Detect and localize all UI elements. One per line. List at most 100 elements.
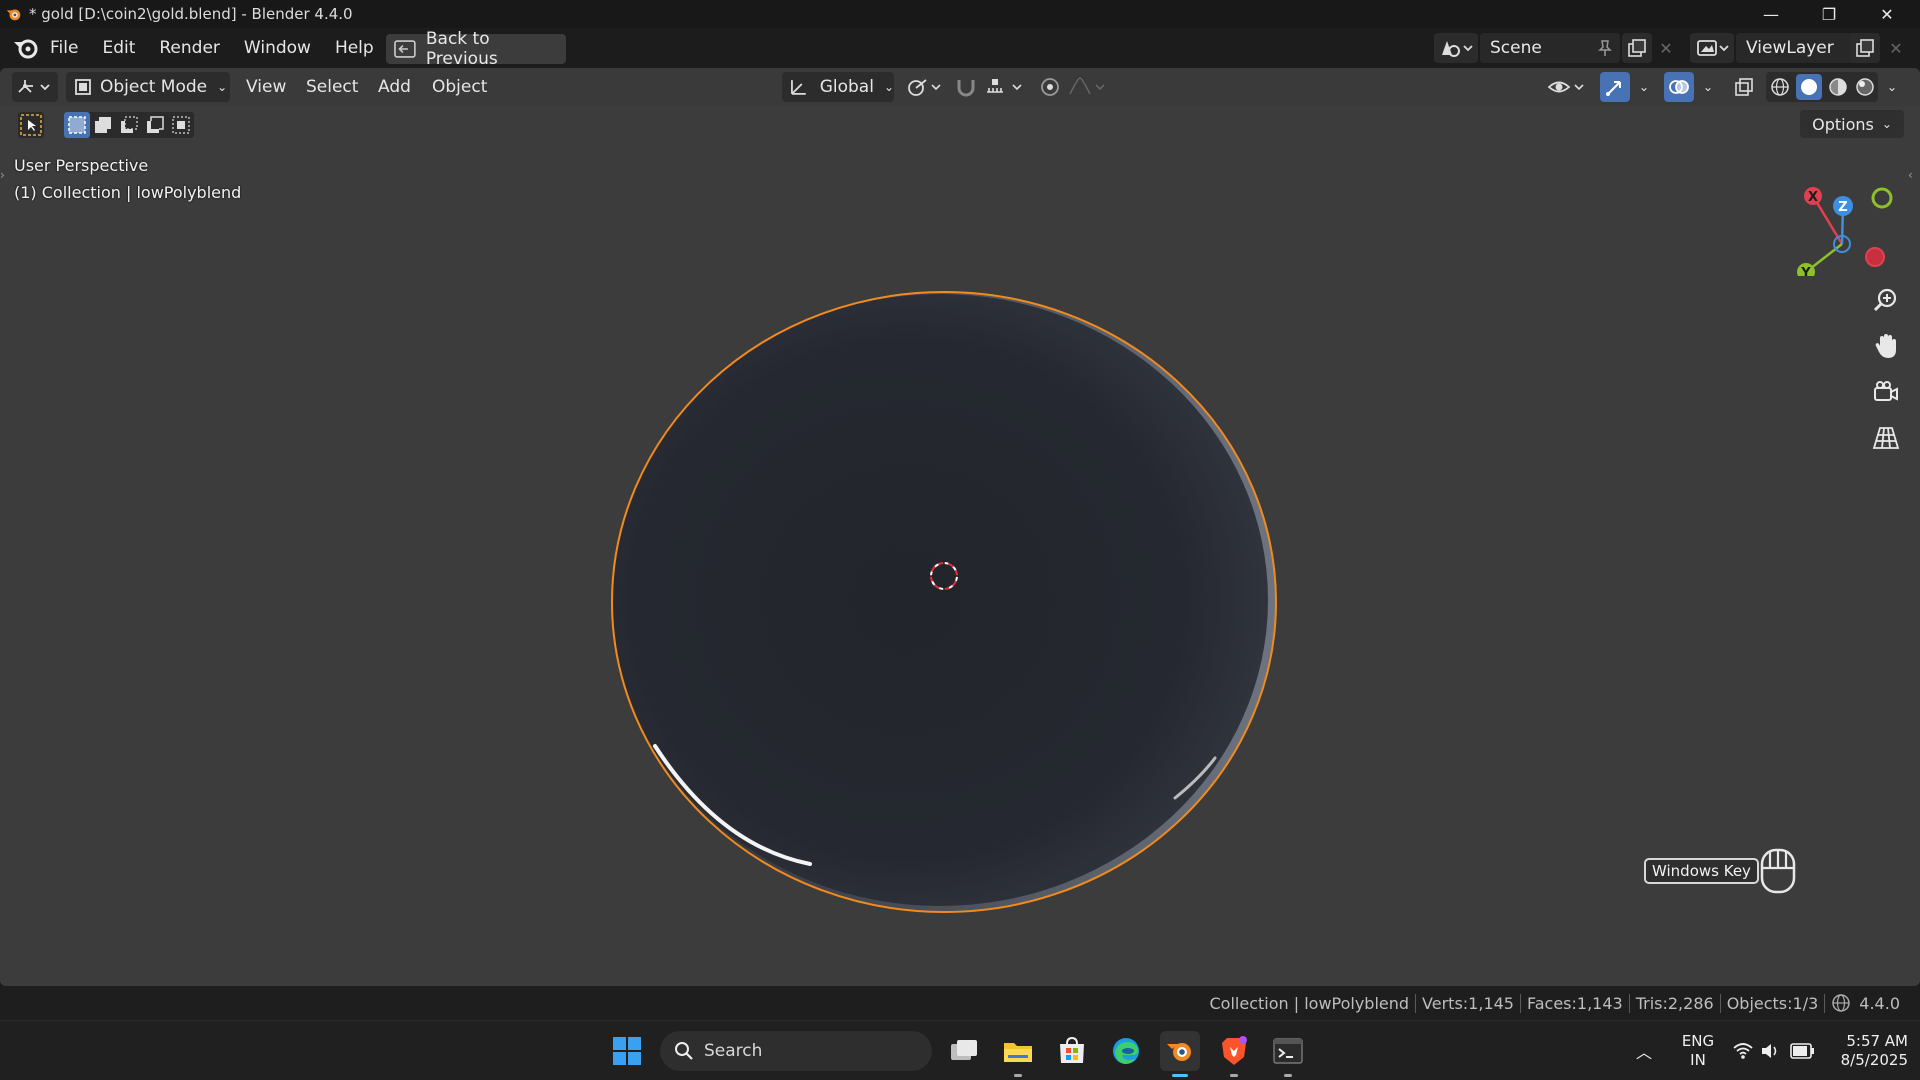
camera-view-button[interactable] <box>1866 372 1906 412</box>
taskbar-search-box[interactable]: Search <box>660 1031 932 1071</box>
windows-key-indicator: Windows Key <box>1644 858 1759 884</box>
folder-icon <box>1004 1043 1032 1062</box>
viewlayer-name-field[interactable]: ViewLayer <box>1736 33 1862 63</box>
brave-lion-icon <box>1222 1036 1247 1065</box>
menu-file[interactable]: File <box>38 33 90 63</box>
close-icon: ✕ <box>1659 38 1673 58</box>
close-button[interactable]: ✕ <box>1858 0 1916 28</box>
transform-orientation-dropdown[interactable]: Global ⌄ <box>782 72 894 102</box>
eye-icon <box>1547 81 1584 93</box>
file-explorer-button[interactable] <box>998 1031 1038 1077</box>
orientation-label: Global <box>819 77 874 97</box>
rendered-shading-icon[interactable] <box>1854 76 1876 98</box>
chevron-down-icon: ⌄ <box>1702 80 1714 94</box>
blender-taskbar-button[interactable] <box>1160 1031 1200 1077</box>
chevron-down-icon: ⌄ <box>1886 80 1898 94</box>
task-view-button[interactable] <box>944 1031 984 1071</box>
solid-shading-icon[interactable] <box>1795 74 1822 100</box>
delete-viewlayer-button[interactable]: ✕ <box>1882 33 1910 63</box>
status-objects: Objects:1/3 <box>1721 993 1826 1013</box>
perspective-toggle-button[interactable] <box>1866 418 1906 458</box>
back-to-previous-button[interactable]: Back to Previous <box>386 29 566 69</box>
menu-object[interactable]: Object <box>432 72 487 102</box>
scene-browse-button[interactable] <box>1434 33 1478 63</box>
brave-browser-button[interactable] <box>1214 1031 1254 1077</box>
gizmo-options-dropdown[interactable]: ⌄ <box>1632 72 1656 102</box>
wireframe-shading-icon[interactable] <box>1769 76 1791 98</box>
object-mode-icon <box>75 79 91 95</box>
network-globe-icon <box>1832 994 1851 1012</box>
hand-icon <box>1875 334 1896 358</box>
gizmo-x-label: X <box>1808 190 1818 205</box>
toolbar-expand-arrow-icon[interactable]: › <box>0 168 5 182</box>
status-faces: Faces:1,143 <box>1521 993 1630 1013</box>
microsoft-store-button[interactable] <box>1052 1031 1092 1071</box>
delete-scene-button[interactable]: ✕ <box>1652 33 1680 63</box>
language-indicator[interactable]: ENG IN <box>1680 1032 1716 1070</box>
active-indicator <box>1172 1074 1188 1077</box>
overlays-toggle[interactable] <box>1664 72 1694 102</box>
material-shading-icon[interactable] <box>1827 76 1849 98</box>
battery-icon[interactable] <box>1790 1042 1816 1060</box>
title-bar: * gold [D:\coin2\gold.blend] - Blender 4… <box>0 0 1920 28</box>
scene-pin-icon[interactable] <box>1590 33 1620 63</box>
scene-name: Scene <box>1490 38 1542 58</box>
overlays-icon <box>1669 80 1689 94</box>
status-bar: Collection | lowPolyblend Verts:1,145 Fa… <box>0 986 1920 1020</box>
proportional-falloff-dropdown[interactable] <box>1066 72 1110 102</box>
language-code: ENG <box>1681 1032 1715 1050</box>
volume-icon[interactable] <box>1760 1041 1780 1061</box>
running-indicator <box>1014 1074 1022 1077</box>
blender-menu-icon[interactable] <box>12 37 40 59</box>
status-collection: Collection | lowPolyblend <box>1204 993 1417 1013</box>
menu-select[interactable]: Select <box>306 72 358 102</box>
viewport-editor-icon <box>18 80 50 93</box>
mouse-icon <box>1760 848 1796 894</box>
menu-window[interactable]: Window <box>232 33 323 63</box>
gizmo-toggle[interactable] <box>1600 72 1630 102</box>
show-hidden-icons-chevron-icon[interactable]: ︿ <box>1636 1039 1652 1063</box>
edge-browser-button[interactable] <box>1106 1031 1146 1071</box>
3d-viewport[interactable]: Options ⌄ User Perspective (1) Collectio… <box>0 106 1920 986</box>
object-visibility-dropdown[interactable] <box>1546 72 1590 102</box>
viewlayer-browse-button[interactable] <box>1690 33 1734 63</box>
menu-render[interactable]: Render <box>147 33 232 63</box>
wifi-icon[interactable] <box>1732 1041 1754 1061</box>
gizmo-neg-x-axis[interactable] <box>1865 247 1885 267</box>
minimize-button[interactable]: — <box>1742 0 1800 28</box>
editor-type-button[interactable] <box>12 72 58 102</box>
overlays-options-dropdown[interactable]: ⌄ <box>1696 72 1720 102</box>
gizmo-y-label: Y <box>1800 266 1811 276</box>
snap-toggle[interactable] <box>952 72 980 102</box>
status-verts: Verts:1,145 <box>1416 993 1521 1013</box>
store-icon <box>1060 1036 1084 1063</box>
shading-options-dropdown[interactable]: ⌄ <box>1880 72 1904 102</box>
new-viewlayer-button[interactable] <box>1850 33 1880 63</box>
clock[interactable]: 5:57 AM 8/5/2025 <box>1828 1032 1908 1070</box>
pan-button[interactable] <box>1866 326 1906 366</box>
menu-add[interactable]: Add <box>378 72 411 102</box>
pivot-point-dropdown[interactable] <box>902 72 946 102</box>
gizmo-neg-y-axis[interactable] <box>1871 187 1893 209</box>
status-version-group: 4.4.0 <box>1825 993 1906 1013</box>
xray-toggle[interactable] <box>1730 72 1758 102</box>
snap-target-dropdown[interactable] <box>982 72 1028 102</box>
object-mode-dropdown[interactable]: Object Mode ⌄ <box>66 72 230 102</box>
menu-edit[interactable]: Edit <box>90 33 147 63</box>
top-menu-bar: File Edit Render Window Help Back to Pre… <box>0 28 1920 69</box>
scene-icon <box>1442 41 1473 57</box>
navigation-gizmo[interactable]: X Z Y <box>1776 166 1916 276</box>
coin-object[interactable] <box>0 106 1920 986</box>
new-scene-button[interactable] <box>1622 33 1652 63</box>
terminal-button[interactable] <box>1268 1031 1308 1077</box>
back-arrow-icon <box>394 40 416 58</box>
sidebar-expand-arrow-icon[interactable]: ‹ <box>1908 168 1913 182</box>
menu-view[interactable]: View <box>246 72 286 102</box>
maximize-button[interactable]: ❐ <box>1800 0 1858 28</box>
start-button[interactable] <box>607 1031 647 1071</box>
grid-perspective-icon <box>1872 427 1900 449</box>
gizmo-z-label: Z <box>1838 200 1847 215</box>
zoom-button[interactable] <box>1866 280 1906 320</box>
menu-help[interactable]: Help <box>323 33 386 63</box>
proportional-edit-toggle[interactable] <box>1036 72 1064 102</box>
